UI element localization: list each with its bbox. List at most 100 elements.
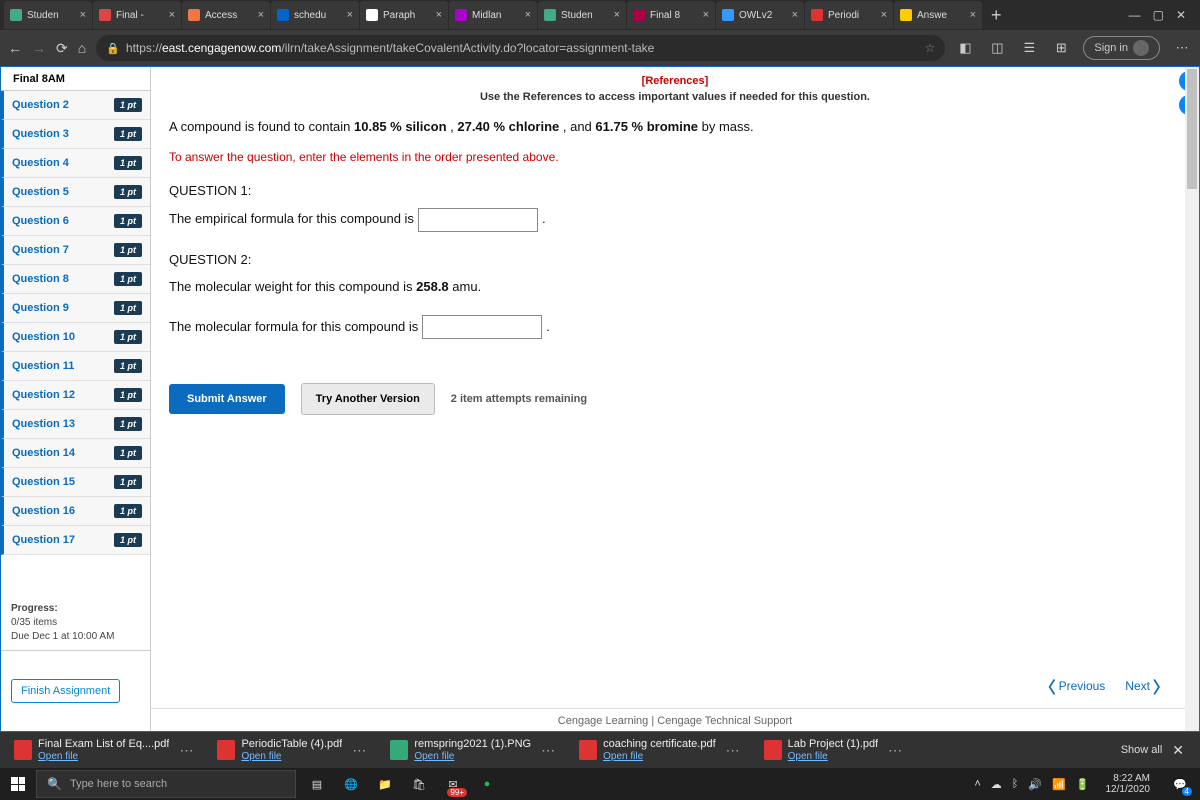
show-all-downloads[interactable]: Show all: [1121, 744, 1163, 756]
open-file-link[interactable]: Open file: [241, 751, 342, 762]
browser-tab[interactable]: Final 8×: [627, 1, 715, 29]
task-view-icon[interactable]: ▤: [302, 770, 332, 798]
more-icon[interactable]: ⋯: [537, 742, 559, 759]
favorites-icon[interactable]: ☰: [1019, 40, 1039, 56]
browser-tab[interactable]: Access×: [182, 1, 270, 29]
more-icon[interactable]: ⋯: [722, 742, 744, 759]
close-downloads-icon[interactable]: ✕: [1172, 742, 1184, 759]
empirical-formula-input[interactable]: [418, 208, 538, 232]
store-icon[interactable]: 🛍: [404, 770, 434, 798]
question-nav-item[interactable]: Question 131 pt: [1, 410, 150, 439]
open-file-link[interactable]: Open file: [38, 751, 169, 762]
more-icon[interactable]: ⋯: [884, 742, 906, 759]
open-file-link[interactable]: Open file: [788, 751, 879, 762]
browser-tab[interactable]: Answe×: [894, 1, 982, 29]
question-nav-item[interactable]: Question 71 pt: [1, 236, 150, 265]
question-nav-item[interactable]: Question 101 pt: [1, 323, 150, 352]
download-item[interactable]: coaching certificate.pdfOpen file⋯: [571, 734, 752, 766]
question-nav-item[interactable]: Question 161 pt: [1, 497, 150, 526]
tech-support-link[interactable]: Cengage Technical Support: [657, 715, 792, 727]
close-icon[interactable]: ×: [347, 9, 353, 21]
menu-icon[interactable]: ⋯: [1172, 40, 1192, 56]
molecular-formula-input[interactable]: [422, 315, 542, 339]
question-nav-item[interactable]: Question 31 pt: [1, 120, 150, 149]
question-nav-item[interactable]: Question 151 pt: [1, 468, 150, 497]
browser-tab[interactable]: OWLv2×: [716, 1, 804, 29]
spotify-icon[interactable]: ●: [472, 770, 502, 798]
close-icon[interactable]: ×: [703, 9, 709, 21]
question-nav-item[interactable]: Question 91 pt: [1, 294, 150, 323]
open-file-link[interactable]: Open file: [603, 751, 716, 762]
question-nav-item[interactable]: Question 141 pt: [1, 439, 150, 468]
more-icon[interactable]: ⋯: [348, 742, 370, 759]
forward-button[interactable]: →: [32, 40, 46, 56]
question-nav-item[interactable]: Question 171 pt: [1, 526, 150, 555]
try-another-button[interactable]: Try Another Version: [301, 383, 435, 415]
close-icon[interactable]: ×: [80, 9, 86, 21]
back-button[interactable]: ←: [8, 40, 22, 56]
question-nav-item[interactable]: Question 41 pt: [1, 149, 150, 178]
download-item[interactable]: Final Exam List of Eq....pdfOpen file⋯: [6, 734, 205, 766]
taskbar-search[interactable]: 🔍 Type here to search: [36, 770, 296, 798]
cengage-learning-link[interactable]: Cengage Learning: [558, 715, 649, 727]
minimize-icon[interactable]: —: [1129, 8, 1141, 22]
tab-favicon: [811, 9, 823, 21]
question-nav-item[interactable]: Question 121 pt: [1, 381, 150, 410]
open-file-link[interactable]: Open file: [414, 751, 531, 762]
browser-tab[interactable]: Studen×: [4, 1, 92, 29]
refresh-button[interactable]: ⟳: [56, 40, 68, 57]
close-icon[interactable]: ×: [792, 9, 798, 21]
browser-tab[interactable]: Studen×: [538, 1, 626, 29]
bluetooth-icon[interactable]: ᛒ: [1012, 778, 1019, 790]
explorer-icon[interactable]: 📁: [370, 770, 400, 798]
finish-assignment-button[interactable]: Finish Assignment: [11, 679, 120, 703]
previous-button[interactable]: 〈Previous: [1040, 674, 1106, 698]
question-nav-item[interactable]: Question 111 pt: [1, 352, 150, 381]
close-window-icon[interactable]: ✕: [1176, 8, 1186, 22]
new-tab-button[interactable]: +: [983, 5, 1010, 26]
close-icon[interactable]: ×: [525, 9, 531, 21]
close-icon[interactable]: ×: [258, 9, 264, 21]
battery-icon[interactable]: 🔋: [1076, 778, 1090, 791]
vertical-scrollbar[interactable]: [1185, 67, 1199, 731]
taskbar-clock[interactable]: 8:22 AM 12/1/2020: [1100, 773, 1157, 795]
download-item[interactable]: PeriodicTable (4).pdfOpen file⋯: [209, 734, 378, 766]
onedrive-icon[interactable]: ☁: [991, 778, 1002, 791]
submit-answer-button[interactable]: Submit Answer: [169, 384, 285, 414]
browser-tab[interactable]: Final -×: [93, 1, 181, 29]
collections-icon[interactable]: ⊞: [1051, 40, 1071, 56]
close-icon[interactable]: ×: [614, 9, 620, 21]
start-button[interactable]: [0, 768, 36, 800]
wifi-icon[interactable]: 📶: [1052, 778, 1066, 791]
edge-icon[interactable]: 🌐: [336, 770, 366, 798]
question-nav-item[interactable]: Question 61 pt: [1, 207, 150, 236]
home-button[interactable]: ⌂: [78, 40, 86, 56]
maximize-icon[interactable]: ▢: [1153, 8, 1164, 22]
browser-tab[interactable]: Paraph×: [360, 1, 448, 29]
favorite-icon[interactable]: ☆: [925, 41, 936, 55]
browser-tab[interactable]: schedu×: [271, 1, 359, 29]
signin-button[interactable]: Sign in: [1083, 36, 1160, 60]
volume-icon[interactable]: 🔊: [1028, 778, 1042, 791]
next-button[interactable]: Next〉: [1125, 674, 1169, 698]
extension-icon[interactable]: ◧: [955, 40, 975, 56]
mail-icon[interactable]: ✉99+: [438, 770, 468, 798]
avatar-icon: [1133, 40, 1149, 56]
notifications-icon[interactable]: 💬4: [1166, 770, 1194, 798]
question-nav-item[interactable]: Question 21 pt: [1, 91, 150, 120]
close-icon[interactable]: ×: [881, 9, 887, 21]
close-icon[interactable]: ×: [169, 9, 175, 21]
download-item[interactable]: Lab Project (1).pdfOpen file⋯: [756, 734, 915, 766]
tray-expand-icon[interactable]: ˄: [974, 778, 980, 790]
close-icon[interactable]: ×: [436, 9, 442, 21]
close-icon[interactable]: ×: [970, 9, 976, 21]
question-nav-item[interactable]: Question 81 pt: [1, 265, 150, 294]
references-link[interactable]: [References]: [642, 75, 709, 87]
more-icon[interactable]: ⋯: [175, 742, 197, 759]
browser-tab[interactable]: Midlan×: [449, 1, 537, 29]
browser-tab[interactable]: Periodi×: [805, 1, 893, 29]
url-bar[interactable]: 🔒 https://east.cengagenow.com/ilrn/takeA…: [96, 35, 945, 61]
download-item[interactable]: remspring2021 (1).PNGOpen file⋯: [382, 734, 567, 766]
question-nav-item[interactable]: Question 51 pt: [1, 178, 150, 207]
extension-icon[interactable]: ◫: [987, 40, 1007, 56]
